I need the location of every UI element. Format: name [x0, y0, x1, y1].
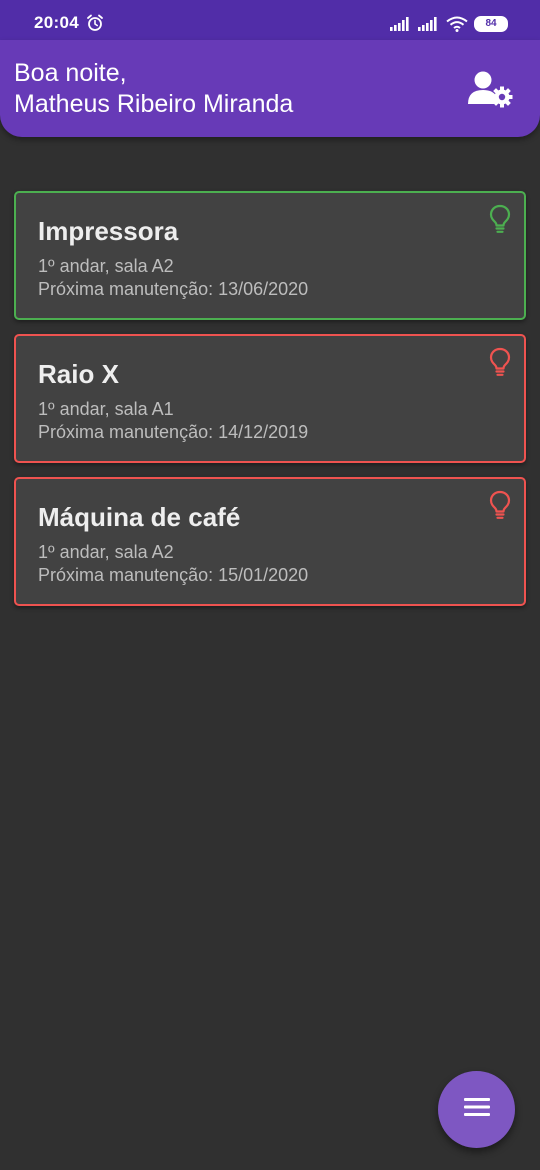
alarm-icon — [86, 14, 104, 32]
status-time: 20:04 — [34, 13, 79, 32]
equipment-maintenance-date: Próxima manutenção: 13/06/2020 — [38, 279, 309, 299]
status-bar: 20:04 84 — [0, 0, 540, 40]
equipment-maintenance-date: Próxima manutenção: 15/01/2020 — [38, 565, 309, 585]
equipment-name: Impressora — [38, 216, 179, 246]
user-settings-icon — [468, 71, 514, 114]
equipment-maintenance-date: Próxima manutenção: 14/12/2019 — [38, 422, 309, 442]
battery-icon: 84 — [474, 16, 508, 32]
wifi-icon — [446, 16, 468, 32]
equipment-card[interactable]: Raio X 1º andar, sala A1 Próxima manuten… — [14, 334, 526, 463]
profile-settings-button[interactable] — [468, 70, 514, 110]
equipment-card[interactable]: Impressora 1º andar, sala A2 Próxima man… — [14, 191, 526, 320]
menu-icon — [463, 1097, 490, 1122]
greeting: Boa noite, Matheus Ribeiro Miranda — [14, 58, 293, 120]
equipment-card[interactable]: Máquina de café 1º andar, sala A2 Próxim… — [14, 477, 526, 606]
user-name: Matheus Ribeiro Miranda — [14, 90, 294, 118]
greeting-line: Boa noite, — [14, 59, 127, 87]
cell-signal-icon — [418, 17, 440, 31]
status-icons: 84 — [390, 13, 508, 35]
menu-fab-button[interactable] — [438, 1071, 515, 1148]
equipment-location: 1º andar, sala A2 — [38, 256, 174, 276]
lightbulb-icon — [488, 490, 512, 520]
equipment-list: Impressora 1º andar, sala A2 Próxima man… — [14, 191, 526, 620]
battery-level: 84 — [485, 18, 497, 29]
lightbulb-icon — [488, 347, 512, 377]
lightbulb-icon — [488, 204, 512, 234]
app-header: Boa noite, Matheus Ribeiro Miranda — [0, 40, 540, 137]
equipment-name: Raio X — [38, 359, 119, 389]
cell-signal-icon — [390, 17, 412, 31]
equipment-location: 1º andar, sala A2 — [38, 542, 174, 562]
equipment-name: Máquina de café — [38, 502, 241, 532]
equipment-location: 1º andar, sala A1 — [38, 399, 174, 419]
